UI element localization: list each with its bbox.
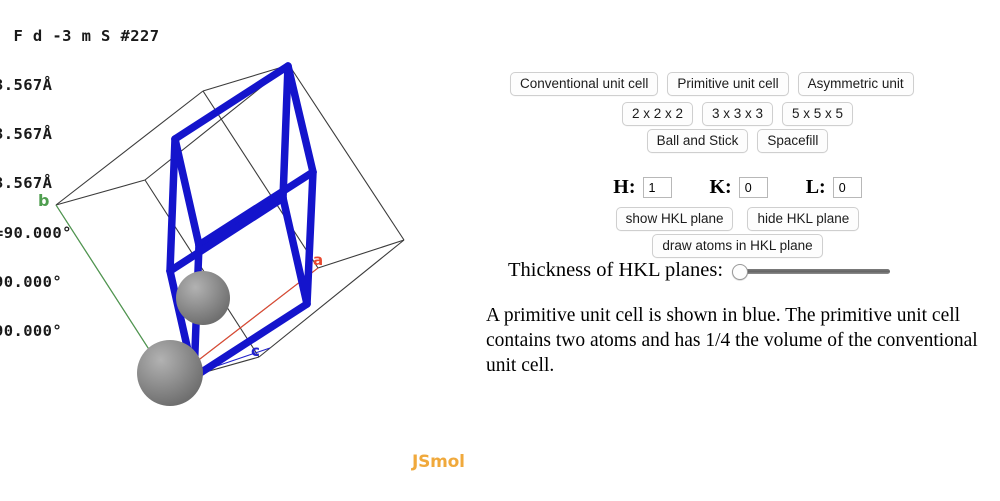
thickness-slider[interactable]: [732, 263, 892, 280]
slider-track[interactable]: [738, 268, 891, 274]
description-text: A primitive unit cell is shown in blue. …: [486, 305, 978, 376]
axis-label-c: c: [251, 342, 260, 360]
supercell-3x3x3-button[interactable]: 3 x 3 x 3: [701, 102, 774, 126]
hkl-k-group: K:: [710, 176, 768, 199]
hkl-input-row: H: K: L:: [510, 176, 965, 199]
thickness-label: Thickness of HKL planes:: [508, 259, 724, 281]
conventional-unit-cell-button[interactable]: Conventional unit cell: [510, 72, 659, 96]
cell-button-row: Conventional unit cell Primitive unit ce…: [510, 72, 1000, 96]
hkl-h-input[interactable]: [642, 177, 672, 198]
draw-atoms-in-hkl-plane-button[interactable]: draw atoms in HKL plane: [652, 234, 823, 258]
show-hkl-plane-button[interactable]: show HKL plane: [615, 207, 734, 231]
hkl-h-label: H:: [613, 176, 636, 198]
supercell-5x5x5-button[interactable]: 5 x 5 x 5: [782, 102, 854, 126]
supercell-2x2x2-button[interactable]: 2 x 2 x 2: [621, 102, 693, 126]
hkl-l-group: L:: [806, 176, 862, 199]
jsmol-viewer[interactable]: : F d -3 m S #227 3.567Å 3.567Å 3.567Å =…: [0, 0, 470, 501]
thickness-control: Thickness of HKL planes:: [508, 259, 892, 282]
hkl-draw-button-row: draw atoms in HKL plane: [510, 234, 965, 258]
hkl-l-input[interactable]: [832, 177, 862, 198]
hkl-l-label: L:: [805, 176, 826, 198]
axis-label-b: b: [38, 191, 49, 210]
ball-and-stick-button[interactable]: Ball and Stick: [646, 129, 749, 153]
crystal-structure-rendering[interactable]: b a c: [0, 0, 470, 460]
atom-sphere: [176, 271, 230, 325]
hkl-plane-button-row: show HKL plane hide HKL plane: [510, 207, 965, 231]
slider-thumb[interactable]: [732, 263, 749, 280]
hide-hkl-plane-button[interactable]: hide HKL plane: [747, 207, 860, 231]
hkl-h-group: H:: [613, 176, 672, 199]
axis-label-a: a: [313, 251, 323, 269]
supercell-button-row: 2 x 2 x 2 3 x 3 x 3 5 x 5 x 5: [510, 102, 965, 126]
style-button-row: Ball and Stick Spacefill: [510, 129, 965, 153]
primitive-unit-cell-button[interactable]: Primitive unit cell: [667, 72, 789, 96]
asymmetric-unit-button[interactable]: Asymmetric unit: [797, 72, 914, 96]
hkl-k-input[interactable]: [738, 177, 768, 198]
control-panel: Conventional unit cell Primitive unit ce…: [470, 0, 1000, 501]
jsmol-logo[interactable]: JSmol: [412, 452, 465, 472]
atom-sphere: [137, 340, 203, 406]
hkl-k-label: K:: [709, 176, 732, 198]
spacefill-button[interactable]: Spacefill: [757, 129, 829, 153]
